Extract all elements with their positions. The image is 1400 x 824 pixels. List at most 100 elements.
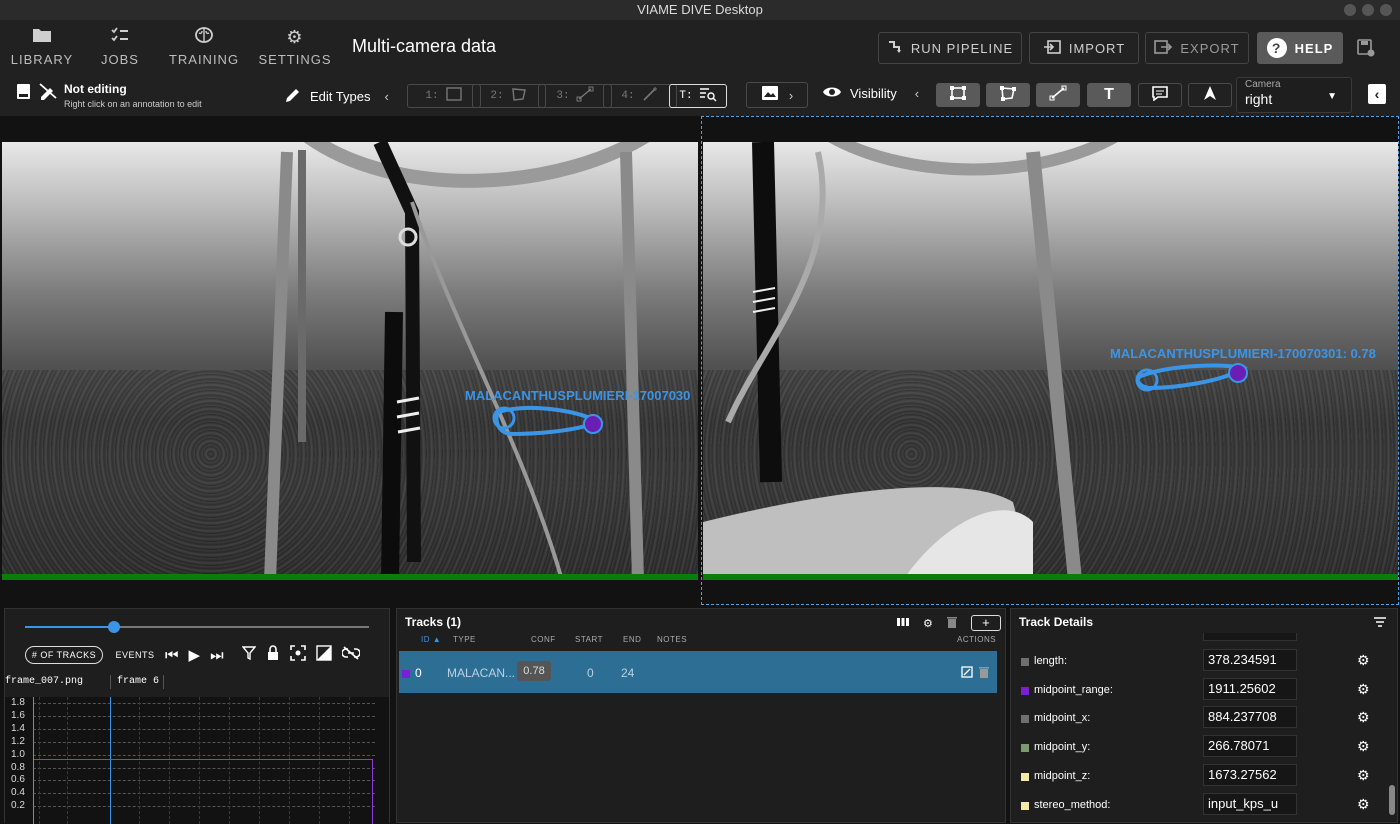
- col-notes[interactable]: NOTES: [657, 635, 687, 644]
- gear-icon[interactable]: ⚙: [1357, 767, 1370, 784]
- edit-track-icon[interactable]: [961, 665, 973, 683]
- gear-icon[interactable]: ⚙: [1357, 681, 1370, 698]
- gear-icon[interactable]: ⚙: [1357, 796, 1370, 813]
- filter-icon[interactable]: [241, 646, 257, 664]
- mode-line-button[interactable]: 3:: [538, 84, 612, 108]
- grid-line: [33, 754, 375, 756]
- attribute-value-input[interactable]: 266.78071: [1203, 735, 1297, 758]
- mode-polygon-key: 2:: [490, 90, 504, 102]
- attribute-color-swatch: [1021, 744, 1029, 753]
- timeline-panel: # OF TRACKS EVENTS ⏮ ▶ ⏭ frame_007.png f…: [4, 608, 390, 824]
- camera-select[interactable]: Camera right ▼: [1236, 77, 1352, 113]
- visibility-heading-toggle[interactable]: [1188, 83, 1232, 107]
- help-button[interactable]: ? HELP: [1257, 32, 1343, 64]
- track-type[interactable]: MALACAN...: [447, 666, 515, 680]
- nav-jobs[interactable]: JOBS: [80, 26, 160, 70]
- visibility-rectangle-toggle[interactable]: [936, 83, 980, 107]
- col-conf[interactable]: CONF: [531, 635, 556, 644]
- minimize-button[interactable]: [1344, 4, 1356, 16]
- attribute-row: midpoint_y: 266.78071 ⚙: [1011, 733, 1397, 761]
- gear-icon[interactable]: ⚙: [1357, 652, 1370, 669]
- attribute-value-input[interactable]: input_kps_u: [1203, 792, 1297, 815]
- gear-icon[interactable]: ⚙: [923, 617, 933, 630]
- gear-icon[interactable]: ⚙: [1357, 709, 1370, 726]
- delete-track-icon[interactable]: [979, 665, 989, 683]
- divider: [163, 675, 164, 689]
- attribute-value-input[interactable]: 884.237708: [1203, 706, 1297, 729]
- playback-controls: ⏮ ▶ ⏭: [165, 645, 361, 665]
- window-title: VIAME DIVE Desktop: [637, 2, 763, 17]
- mode-polygon-button[interactable]: 2:: [472, 84, 546, 108]
- columns-icon[interactable]: [897, 617, 909, 630]
- attribute-value-input[interactable]: 1911.25602: [1203, 677, 1297, 700]
- visibility-tooltip-toggle[interactable]: [1138, 83, 1182, 107]
- frame-slider-knob[interactable]: [108, 621, 121, 633]
- skip-next-icon[interactable]: ⏭: [210, 647, 224, 664]
- polygon-icon: [999, 85, 1017, 106]
- attribute-name: midpoint_range:: [1034, 683, 1113, 696]
- attribute-row: length: 378.234591 ⚙: [1011, 647, 1397, 675]
- mode-rectangle-button[interactable]: 1:: [407, 84, 481, 108]
- edit-types[interactable]: Edit Types ‹: [284, 86, 389, 107]
- skip-previous-icon[interactable]: ⏮: [165, 647, 179, 664]
- chevron-left-icon[interactable]: ‹: [915, 86, 919, 101]
- col-type[interactable]: TYPE: [453, 635, 476, 644]
- delete-icon[interactable]: [946, 616, 957, 631]
- import-button[interactable]: IMPORT: [1029, 32, 1139, 64]
- events-button[interactable]: EVENTS: [109, 646, 161, 664]
- visibility-polygon-toggle[interactable]: [986, 83, 1030, 107]
- y-tick-label: 0.4: [11, 787, 25, 799]
- tracks-toolbar: ⚙ +: [897, 615, 1001, 631]
- run-pipeline-button[interactable]: RUN PIPELINE: [878, 32, 1022, 64]
- collapse-panel-button[interactable]: ‹: [1368, 84, 1386, 104]
- col-start[interactable]: START: [575, 635, 603, 644]
- filter-list-icon[interactable]: [1373, 615, 1387, 633]
- visibility-text-toggle[interactable]: T: [1087, 83, 1131, 107]
- frame-slider[interactable]: [25, 621, 369, 633]
- image-enhance-button[interactable]: ›: [746, 82, 808, 108]
- mode-text-button[interactable]: T:: [669, 84, 727, 108]
- tracks-count-button[interactable]: # OF TRACKS: [25, 646, 103, 664]
- col-id[interactable]: ID ▲: [421, 635, 441, 644]
- mode-rectangle-key: 1:: [425, 90, 439, 102]
- grid-line: [33, 728, 375, 730]
- export-button[interactable]: EXPORT: [1145, 32, 1249, 64]
- y-tick-label: 0.8: [11, 761, 25, 773]
- nav-settings[interactable]: ⚙ SETTINGS: [255, 26, 335, 70]
- table-row[interactable]: 0 MALACAN... 0.78 0 24: [399, 651, 997, 693]
- visibility-line-toggle[interactable]: [1036, 83, 1080, 107]
- contrast-icon[interactable]: [315, 645, 332, 665]
- selected-camera-outline: [701, 116, 1399, 605]
- mode-magic-button[interactable]: 4:: [603, 84, 677, 108]
- details-scrollbar[interactable]: [1389, 785, 1395, 815]
- attribute-name: midpoint_x:: [1034, 712, 1091, 725]
- camera-view-left[interactable]: MALACANTHUSPLUMIERI-17007030: [2, 142, 698, 580]
- attribute-color-swatch: [1021, 715, 1029, 724]
- maximize-button[interactable]: [1362, 4, 1374, 16]
- gear-icon[interactable]: ⚙: [1357, 738, 1370, 755]
- save-icon[interactable]: [16, 82, 32, 105]
- nav-training[interactable]: TRAINING: [164, 26, 244, 70]
- nav-library[interactable]: LIBRARY: [2, 26, 82, 70]
- attribute-value-input[interactable]: 1673.27562: [1203, 763, 1297, 786]
- col-end[interactable]: END: [623, 635, 641, 644]
- text-icon: T: [1104, 86, 1114, 103]
- play-icon[interactable]: ▶: [189, 646, 201, 664]
- track-count-chart[interactable]: 1.8 1.6 1.4 1.2 1.0 0.8 0.6 0.4 0.2: [5, 697, 389, 824]
- save-settings-icon[interactable]: [1356, 38, 1376, 63]
- annotation-left[interactable]: [2, 142, 698, 580]
- add-track-button[interactable]: +: [970, 615, 1001, 631]
- attribute-value-input[interactable]: 378.234591: [1203, 649, 1297, 671]
- track-details-panel: Track Details length: 378.234591 ⚙ midpoint…: [1010, 608, 1398, 823]
- track-id: 0: [415, 666, 422, 680]
- focus-icon[interactable]: [289, 645, 306, 665]
- clipped-attribute-field: [1203, 633, 1297, 641]
- visibility-toggle[interactable]: Visibility ‹: [822, 85, 919, 102]
- close-button[interactable]: [1380, 4, 1392, 16]
- link-off-icon[interactable]: [340, 646, 361, 664]
- camera-select-value: right: [1245, 91, 1273, 107]
- chevron-left-icon[interactable]: ‹: [384, 89, 388, 104]
- dropdown-arrow-icon: ▼: [1327, 91, 1337, 102]
- nav-library-label: LIBRARY: [10, 52, 74, 67]
- lock-icon[interactable]: [266, 645, 280, 665]
